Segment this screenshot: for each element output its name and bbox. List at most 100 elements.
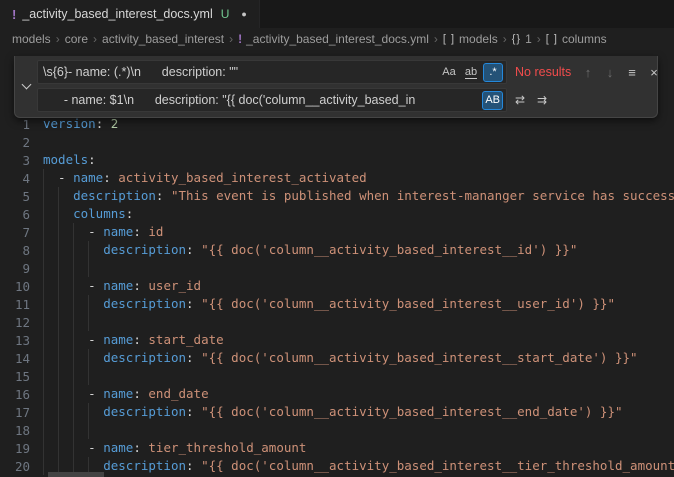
find-input[interactable]: \s{6}- name: (.*)\n description: "" Aa a… bbox=[37, 60, 507, 84]
breadcrumb-label: models bbox=[12, 32, 51, 46]
code-area: 1version: 223models:4 - name: activity_b… bbox=[0, 115, 674, 475]
breadcrumb-label: 1 bbox=[525, 32, 532, 46]
indent-guide bbox=[58, 349, 59, 367]
indent-guide bbox=[58, 259, 59, 277]
indent-guide bbox=[73, 439, 74, 457]
line-number: 14 bbox=[0, 351, 30, 366]
close-find-button[interactable]: × bbox=[645, 62, 663, 82]
code-line: 8 description: "{{ doc('column__activity… bbox=[0, 241, 674, 259]
code-line: 13 - name: start_date bbox=[0, 331, 674, 349]
vscode-window: ! _activity_based_interest_docs.yml U ● … bbox=[0, 0, 674, 477]
indent-guide bbox=[43, 295, 44, 313]
find-in-selection-button[interactable]: ≡ bbox=[623, 62, 641, 82]
find-query-text[interactable]: \s{6}- name: (.*)\n description: "" bbox=[43, 65, 437, 79]
previous-match-button[interactable]: ↑ bbox=[579, 62, 597, 82]
line-number: 10 bbox=[0, 279, 30, 294]
code-line: 6 columns: bbox=[0, 205, 674, 223]
code-line-text[interactable]: description: "{{ doc('column__activity_b… bbox=[43, 295, 615, 313]
code-line-text[interactable]: - name: activity_based_interest_activate… bbox=[43, 169, 367, 187]
indent-guide bbox=[58, 331, 59, 349]
replace-button[interactable]: ⇄ bbox=[511, 90, 529, 110]
indent-guide bbox=[73, 331, 74, 349]
breadcrumb-item-columns[interactable]: [ ]columns bbox=[546, 32, 607, 46]
code-line-text[interactable]: - name: end_date bbox=[43, 385, 209, 403]
match-case-button[interactable]: Aa bbox=[439, 63, 459, 82]
line-number: 11 bbox=[0, 297, 30, 312]
line-number: 17 bbox=[0, 405, 30, 420]
code-line-text[interactable]: columns: bbox=[43, 205, 133, 223]
tab-bar: ! _activity_based_interest_docs.yml U ● bbox=[0, 0, 674, 28]
indent-guide bbox=[43, 223, 44, 241]
code-line-text[interactable]: - name: start_date bbox=[43, 331, 224, 349]
indent-guide bbox=[73, 349, 74, 367]
code-line-text[interactable]: description: "This event is published wh… bbox=[43, 187, 674, 205]
breadcrumb-separator-icon: › bbox=[537, 32, 541, 46]
indent-guide bbox=[73, 403, 74, 421]
next-match-button[interactable]: ↓ bbox=[601, 62, 619, 82]
indent-guide bbox=[73, 241, 74, 259]
editor-pane: 1version: 223models:4 - name: activity_b… bbox=[0, 50, 674, 477]
indent-guide bbox=[58, 403, 59, 421]
breadcrumb-separator-icon: › bbox=[229, 32, 233, 46]
indent-guide bbox=[43, 313, 44, 331]
indent-guide bbox=[43, 277, 44, 295]
find-results-status: No results bbox=[515, 65, 575, 79]
indent-guide bbox=[58, 241, 59, 259]
line-number: 9 bbox=[0, 261, 30, 276]
indent-guide bbox=[43, 259, 44, 277]
code-line-text[interactable]: - name: tier_threshold_amount bbox=[43, 439, 306, 457]
line-number: 8 bbox=[0, 243, 30, 258]
line-number: 18 bbox=[0, 423, 30, 438]
horizontal-scrollbar-thumb[interactable] bbox=[48, 472, 104, 477]
indent-guide bbox=[58, 421, 59, 439]
replace-input[interactable]: - name: $1\n description: "{{ doc('colum… bbox=[37, 88, 507, 112]
code-line: 19 - name: tier_threshold_amount bbox=[0, 439, 674, 457]
indent-guide bbox=[43, 187, 44, 205]
tab-activity-based-interest-docs[interactable]: ! _activity_based_interest_docs.yml U ● bbox=[0, 0, 260, 28]
breadcrumb-label: core bbox=[65, 32, 88, 46]
breadcrumb-separator-icon: › bbox=[503, 32, 507, 46]
code-line-text[interactable]: models: bbox=[43, 151, 96, 169]
modified-dot-icon[interactable]: ● bbox=[241, 9, 246, 19]
replace-row: - name: $1\n description: "{{ doc('colum… bbox=[37, 88, 663, 112]
replace-all-button[interactable]: ⇉ bbox=[533, 90, 551, 110]
toggle-replace-button[interactable] bbox=[15, 60, 37, 112]
line-number: 2 bbox=[0, 135, 30, 150]
code-line-text[interactable]: description: "{{ doc('column__activity_b… bbox=[43, 457, 674, 475]
indent-guide bbox=[58, 277, 59, 295]
breadcrumb-item-models[interactable]: models bbox=[12, 32, 51, 46]
find-row: \s{6}- name: (.*)\n description: "" Aa a… bbox=[37, 60, 663, 84]
breadcrumb-item-core[interactable]: core bbox=[65, 32, 88, 46]
indent-guide bbox=[58, 367, 59, 385]
code-line-text[interactable]: description: "{{ doc('column__activity_b… bbox=[43, 241, 577, 259]
breadcrumb-item-1[interactable]: {}1 bbox=[512, 32, 532, 46]
breadcrumb-item--activity-based-interest-docs-yml[interactable]: !_activity_based_interest_docs.yml bbox=[238, 32, 429, 46]
code-line: 15 bbox=[0, 367, 674, 385]
code-line-text[interactable]: - name: user_id bbox=[43, 277, 201, 295]
find-replace-widget: \s{6}- name: (.*)\n description: "" Aa a… bbox=[14, 56, 658, 118]
whole-word-button[interactable]: ab bbox=[461, 63, 481, 82]
breadcrumb-item-models[interactable]: [ ]models bbox=[443, 32, 498, 46]
indent-guide bbox=[43, 349, 44, 367]
breadcrumb-separator-icon: › bbox=[56, 32, 60, 46]
symbol-icon: [ ] bbox=[443, 33, 455, 45]
code-line-text[interactable]: - name: id bbox=[43, 223, 163, 241]
breadcrumb-separator-icon: › bbox=[93, 32, 97, 46]
line-number: 4 bbox=[0, 171, 30, 186]
indent-guide bbox=[43, 403, 44, 421]
regex-button[interactable]: .* bbox=[483, 63, 503, 82]
replace-text[interactable]: - name: $1\n description: "{{ doc('colum… bbox=[43, 93, 480, 107]
breadcrumb: models › core › activity_based_interest › !_ac… bbox=[0, 28, 674, 50]
indent-guide bbox=[73, 421, 74, 439]
code-line: 7 - name: id bbox=[0, 223, 674, 241]
indent-guide bbox=[73, 313, 74, 331]
indent-guide bbox=[43, 367, 44, 385]
preserve-case-button[interactable]: AB bbox=[482, 91, 503, 110]
code-line-text[interactable]: description: "{{ doc('column__activity_b… bbox=[43, 403, 623, 421]
line-number: 15 bbox=[0, 369, 30, 384]
indent-guide bbox=[43, 331, 44, 349]
code-line-text[interactable]: description: "{{ doc('column__activity_b… bbox=[43, 349, 638, 367]
line-number: 5 bbox=[0, 189, 30, 204]
indent-guide bbox=[73, 385, 74, 403]
breadcrumb-item-activity-based-interest[interactable]: activity_based_interest bbox=[102, 32, 224, 46]
